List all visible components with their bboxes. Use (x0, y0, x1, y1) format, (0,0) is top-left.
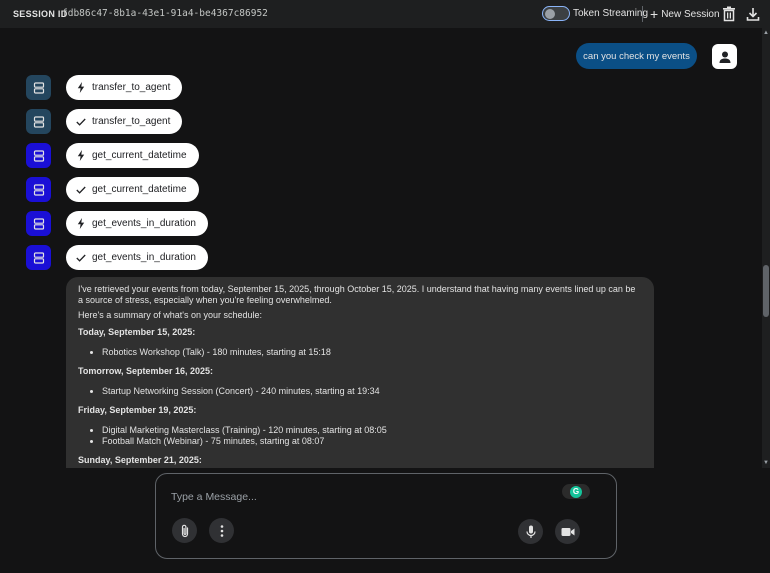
event-item: Football Match (Webinar) - 75 minutes, s… (102, 436, 642, 447)
event-item: Digital Marketing Masterclass (Training)… (102, 425, 642, 436)
function-response-chip[interactable]: get_events_in_duration (66, 245, 208, 270)
function-name-label: transfer_to_agent (92, 82, 171, 93)
message-composer: G (155, 473, 617, 559)
token-streaming-toggle[interactable] (542, 6, 570, 21)
function-call-chip[interactable]: get_current_datetime (66, 143, 199, 168)
function-response-chip[interactable]: get_current_datetime (66, 177, 199, 202)
grammarly-icon[interactable]: G (562, 484, 590, 499)
schedule-date-heading: Tomorrow, September 16, 2025: (78, 366, 214, 376)
event-list: Digital Marketing Masterclass (Training)… (78, 425, 642, 447)
function-response-chip[interactable]: transfer_to_agent (66, 109, 183, 134)
agent-avatar-icon (26, 245, 51, 270)
scroll-down-icon[interactable]: ▼ (763, 460, 769, 466)
divider (642, 6, 643, 22)
plus-icon: + (650, 6, 659, 22)
agent-response: I've retrieved your events from today, S… (66, 277, 654, 468)
check-icon (76, 186, 86, 194)
response-intro: I've retrieved your events from today, S… (78, 284, 636, 305)
check-icon (76, 254, 86, 262)
function-name-label: get_events_in_duration (92, 252, 196, 263)
event-item: Startup Networking Session (Concert) - 2… (102, 386, 642, 397)
more-options-button[interactable] (209, 518, 234, 543)
session-id-value: fdb86c47-8b1a-43e1-91a4-be4367c86952 (62, 8, 268, 19)
top-bar: SESSION ID fdb86c47-8b1a-43e1-91a4-be436… (0, 0, 770, 28)
toggle-knob (545, 8, 555, 19)
schedule-date-heading: Sunday, September 21, 2025: (78, 455, 202, 465)
bolt-icon (76, 82, 86, 93)
function-name-label: transfer_to_agent (92, 116, 171, 127)
agent-avatar-icon (26, 211, 51, 236)
new-session-label: New Session (661, 8, 720, 20)
function-name-label: get_current_datetime (92, 150, 187, 161)
scroll-up-icon[interactable]: ▲ (763, 30, 769, 36)
microphone-button[interactable] (518, 519, 543, 544)
function-name-label: get_events_in_duration (92, 218, 196, 229)
bolt-icon (76, 150, 86, 161)
event-list: Robotics Workshop (Talk) - 180 minutes, … (78, 347, 642, 358)
chat-area: can you check my events transfer_to_agen… (0, 28, 762, 468)
agent-avatar-icon (26, 177, 51, 202)
event-item: Robotics Workshop (Talk) - 180 minutes, … (102, 347, 642, 358)
function-call-chip[interactable]: get_events_in_duration (66, 211, 208, 236)
function-name-label: get_current_datetime (92, 184, 187, 195)
paperclip-icon (181, 524, 188, 537)
bolt-icon (76, 218, 86, 229)
chat-scrollbar[interactable]: ▲ ▼ (762, 28, 770, 468)
microphone-icon (525, 525, 536, 538)
agent-avatar-icon (26, 109, 51, 134)
more-vert-icon (220, 524, 223, 537)
video-button[interactable] (555, 519, 580, 544)
scroll-thumb[interactable] (763, 265, 769, 317)
new-session-button[interactable]: + New Session (650, 6, 720, 22)
agent-avatar-icon (26, 143, 51, 168)
schedule-date-heading: Today, September 15, 2025: (78, 327, 196, 337)
check-icon (76, 118, 86, 126)
trash-icon[interactable] (722, 6, 736, 22)
schedule-date-heading: Friday, September 19, 2025: (78, 405, 197, 415)
agent-avatar-icon (26, 75, 51, 100)
user-avatar-icon (712, 44, 737, 69)
grammarly-status-icon: G (570, 485, 582, 498)
message-input[interactable] (171, 488, 551, 506)
event-list: Startup Networking Session (Concert) - 2… (78, 386, 642, 397)
attach-button[interactable] (172, 518, 197, 543)
schedule-list: Today, September 15, 2025: Robotics Works… (78, 327, 642, 466)
user-message-bubble: can you check my events (576, 43, 697, 69)
token-streaming-label: Token Streaming (573, 8, 649, 19)
download-icon[interactable] (746, 6, 760, 22)
response-summary-lead: Here's a summary of what's on your sched… (78, 310, 263, 320)
function-call-chip[interactable]: transfer_to_agent (66, 75, 183, 100)
video-camera-icon (561, 527, 574, 536)
session-id-label: SESSION ID (13, 9, 68, 19)
